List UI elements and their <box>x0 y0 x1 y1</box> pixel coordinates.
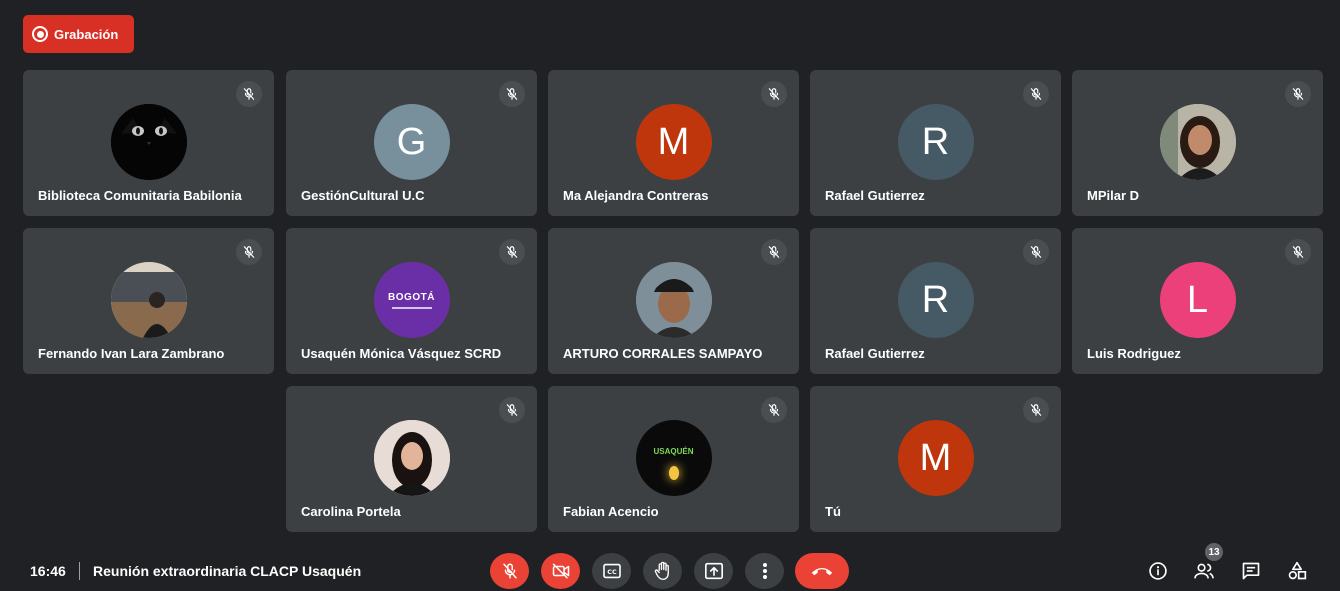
mic-muted-icon <box>499 81 525 107</box>
participant-name: MPilar D <box>1087 188 1140 203</box>
participant-name: Biblioteca Comunitaria Babilonia <box>38 188 242 203</box>
clock-time: 16:46 <box>30 563 66 579</box>
participant-name: Ma Alejandra Contreras <box>563 188 709 203</box>
initial-avatar: R <box>897 262 974 338</box>
raise-hand-icon <box>654 561 669 580</box>
man-cap-photo-icon <box>635 262 712 338</box>
participant-tile[interactable]: Fernando Ivan Lara Zambrano <box>23 228 274 374</box>
recording-label: Grabación <box>54 26 119 42</box>
present-icon <box>704 562 723 580</box>
participant-tile[interactable]: G GestiónCultural U.C <box>286 70 537 216</box>
participant-name: Tú <box>825 504 841 519</box>
usaquen-poster-avatar: USAQUÉN <box>635 420 712 496</box>
initial-avatar: R <box>897 104 974 180</box>
black-cat-photo-icon <box>110 104 187 180</box>
mic-muted-icon <box>236 239 262 265</box>
mic-off-icon <box>502 563 517 579</box>
captions-icon: CC <box>602 563 621 579</box>
activities-button[interactable] <box>1284 558 1310 584</box>
activities-icon <box>1288 561 1307 580</box>
people-button[interactable] <box>1191 558 1217 584</box>
bottom-bar: 16:46 Reunión extraordinaria CLACP Usaqu… <box>0 551 1340 591</box>
man-auditorium-photo-icon <box>110 262 187 338</box>
participant-name: Usaquén Mónica Vásquez SCRD <box>301 346 502 361</box>
mic-muted-icon <box>761 397 787 423</box>
mic-muted-icon <box>1023 397 1049 423</box>
participant-name: Carolina Portela <box>301 504 401 519</box>
present-button[interactable] <box>694 553 733 589</box>
info-icon <box>1149 562 1167 580</box>
more-icon <box>762 563 767 579</box>
mic-muted-icon <box>236 81 262 107</box>
mic-off-button[interactable] <box>490 553 529 589</box>
participant-tile[interactable]: USAQUÉN Fabian Acencio <box>548 386 799 532</box>
people-count-badge: 13 <box>1205 543 1223 561</box>
woman-photo-avatar <box>1159 104 1236 180</box>
meeting-details-button[interactable] <box>1145 558 1171 584</box>
bogota-logo-text: BOGOTÁ <box>388 291 435 303</box>
mic-muted-icon <box>1285 81 1311 107</box>
raise-hand-button[interactable] <box>643 553 682 589</box>
man-cap-avatar <box>635 262 712 338</box>
divider <box>79 562 80 580</box>
initial-avatar: M <box>635 104 712 180</box>
woman-dark-hair-photo-icon <box>373 420 450 496</box>
mic-muted-icon <box>499 239 525 265</box>
record-icon <box>32 26 48 42</box>
logo-subline <box>391 306 432 309</box>
mic-muted-icon <box>761 239 787 265</box>
hang-up-icon <box>811 568 833 576</box>
woman-dark-hair-avatar <box>373 420 450 496</box>
meeting-title: Reunión extraordinaria CLACP Usaquén <box>93 563 362 579</box>
participant-name: GestiónCultural U.C <box>301 188 425 203</box>
mic-muted-icon <box>1285 239 1311 265</box>
chat-icon <box>1242 562 1260 580</box>
svg-text:CC: CC <box>607 568 617 576</box>
mic-muted-icon <box>761 81 787 107</box>
participant-tile[interactable]: M Ma Alejandra Contreras <box>548 70 799 216</box>
participant-name: Rafael Gutierrez <box>825 346 925 361</box>
poster-light <box>668 465 679 480</box>
camera-off-icon <box>552 563 569 579</box>
participant-tile[interactable]: R Rafael Gutierrez <box>810 70 1061 216</box>
black-cat-avatar <box>110 104 187 180</box>
mic-muted-icon <box>1023 81 1049 107</box>
mic-muted-icon <box>499 397 525 423</box>
participant-tile[interactable]: ARTURO CORRALES SAMPAYO <box>548 228 799 374</box>
participant-name: Fabian Acencio <box>563 504 659 519</box>
participant-tile[interactable]: MPilar D <box>1072 70 1323 216</box>
initial-avatar: L <box>1159 262 1236 338</box>
initial-avatar: M <box>897 420 974 496</box>
more-options-button[interactable] <box>745 553 784 589</box>
recording-badge[interactable]: Grabación <box>23 15 134 53</box>
participant-tile[interactable]: L Luis Rodriguez <box>1072 228 1323 374</box>
captions-button[interactable]: CC <box>592 553 631 589</box>
chat-button[interactable] <box>1238 558 1264 584</box>
woman-photo-icon <box>1159 104 1236 180</box>
participant-tile[interactable]: Carolina Portela <box>286 386 537 532</box>
initial-avatar: G <box>373 104 450 180</box>
people-icon <box>1194 563 1214 579</box>
camera-off-button[interactable] <box>541 553 580 589</box>
participant-name: Fernando Ivan Lara Zambrano <box>38 346 225 361</box>
poster-text: USAQUÉN <box>653 446 694 456</box>
participant-tile-self[interactable]: M Tú <box>810 386 1061 532</box>
participant-name: Luis Rodriguez <box>1087 346 1181 361</box>
participant-tile[interactable]: R Rafael Gutierrez <box>810 228 1061 374</box>
participant-name: Rafael Gutierrez <box>825 188 925 203</box>
participant-name: ARTURO CORRALES SAMPAYO <box>563 346 763 361</box>
bogota-logo-avatar: BOGOTÁ <box>373 262 450 338</box>
hang-up-button[interactable] <box>795 553 849 589</box>
participant-tile[interactable]: BOGOTÁ Usaquén Mónica Vásquez SCRD <box>286 228 537 374</box>
mic-muted-icon <box>1023 239 1049 265</box>
participant-tile[interactable]: Biblioteca Comunitaria Babilonia <box>23 70 274 216</box>
man-auditorium-avatar <box>110 262 187 338</box>
